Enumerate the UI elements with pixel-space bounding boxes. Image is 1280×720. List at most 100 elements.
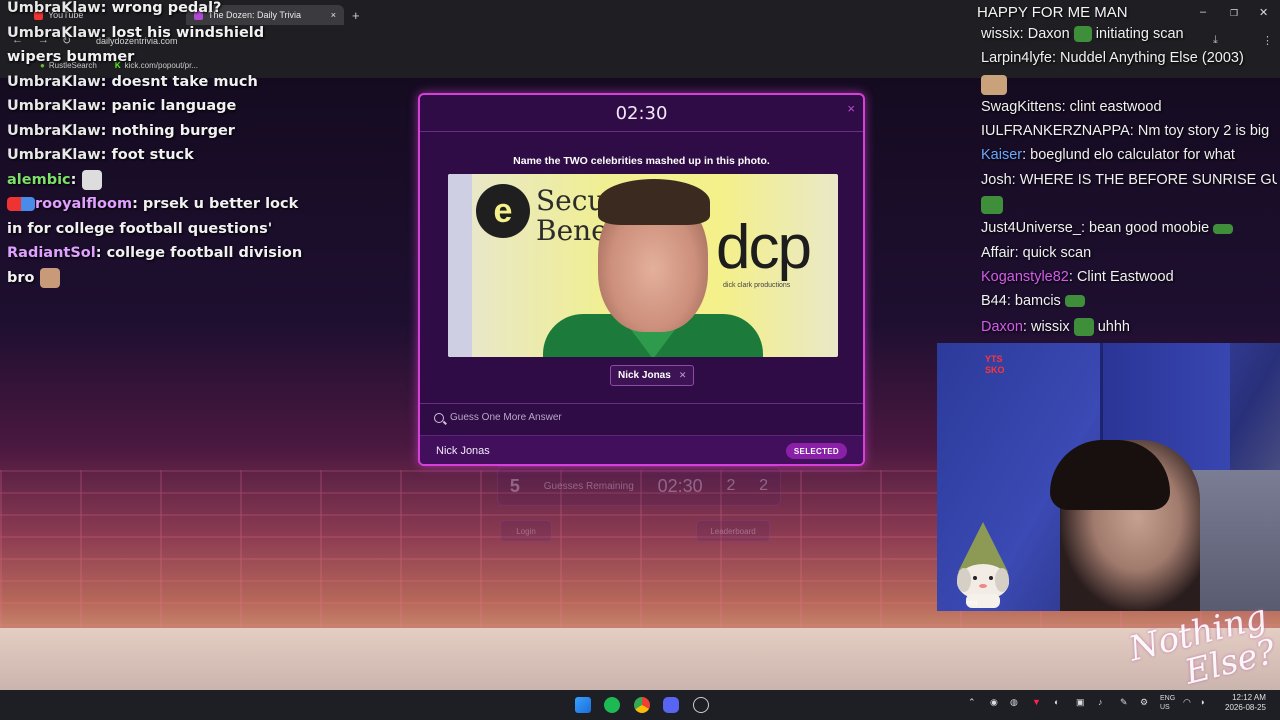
- answer-search: [434, 412, 750, 423]
- chat-user: UmbraKlaw: [7, 73, 101, 90]
- pepe-emote-icon: [1213, 223, 1234, 234]
- chat-message: B44: bamcis: [977, 293, 1277, 317]
- chat-text: bean good moobie: [1089, 220, 1210, 237]
- bg-leaderboard-button[interactable]: Leaderboard: [696, 520, 770, 542]
- chat-user: Kaiser: [981, 147, 1023, 164]
- chat-text: bamcis: [1014, 293, 1061, 310]
- emote-icon: [981, 74, 1007, 95]
- chat-message: Just4Universe_: bean good moobie: [977, 220, 1277, 244]
- volume-icon[interactable]: ◗: [1200, 697, 1205, 707]
- clock-time: 12:12 AM: [1232, 693, 1266, 702]
- pepe-emote-icon: [1064, 295, 1085, 308]
- settings-icon[interactable]: ⚙: [1140, 697, 1148, 708]
- chat-message: IULFRANKERZNAPPA: Nm toy story 2 is big: [981, 123, 1270, 140]
- close-icon[interactable]: ×: [847, 101, 855, 116]
- chat-user: Koganstyle82: [981, 268, 1069, 285]
- brave-icon[interactable]: ▼: [1032, 697, 1041, 707]
- chat-user: UmbraKlaw: [7, 147, 101, 163]
- bg-stat-3: 2: [759, 477, 769, 494]
- new-tab-button[interactable]: +: [344, 5, 368, 25]
- tray-app-icon[interactable]: ◐: [1054, 697, 1059, 707]
- chat-text: clint eastwood: [1069, 98, 1162, 115]
- chat-right: HAPPY FOR ME MAN wissix: Daxon initiatin…: [977, 4, 1277, 342]
- chat-user: UmbraKlaw: [7, 98, 101, 114]
- chat-user: Just4Universe_: [981, 220, 1081, 237]
- trivia-modal: 02:30 × Name the TWO celebrities mashed …: [418, 93, 865, 466]
- webcam-sticker: YTS SKO: [985, 354, 1005, 375]
- chat-message: Koganstyle82: Clint Eastwood: [981, 268, 1174, 285]
- result-name: Nick Jonas: [436, 445, 490, 457]
- celebrity-mashup-photo: e Secur Bene dcp dick clark productions: [448, 174, 838, 357]
- chat-user: Daxon: [981, 318, 1023, 335]
- pen-icon[interactable]: ✎: [1120, 697, 1128, 708]
- chat-message: [977, 196, 1277, 220]
- chat-user: Affair: [981, 244, 1015, 261]
- chat-message: UmbraKlaw: wrong pedal?: [7, 0, 222, 16]
- chat-user: B44: [981, 293, 1007, 310]
- chat-text: wissix: [1030, 318, 1070, 335]
- photo-stripe: [448, 174, 472, 357]
- screen: YouTube The Dozen: Daily Trivia × + ← → …: [0, 0, 1280, 720]
- language-indicator[interactable]: ENG US: [1160, 694, 1175, 712]
- chat-message: Josh: WHERE IS THE BEFORE SUNRISE GUY: [977, 172, 1277, 196]
- search-result-row[interactable]: Nick Jonas SELECTED: [420, 435, 863, 464]
- pepe-emote-icon: [1073, 317, 1094, 336]
- bg-login-button[interactable]: Login: [500, 520, 552, 542]
- bg-stat-2: 2: [726, 477, 736, 494]
- gnome-mascot-icon: [957, 522, 1009, 608]
- chat-message: [977, 74, 1277, 99]
- tray-app-icon[interactable]: ◉: [990, 697, 998, 708]
- windows-start-icon[interactable]: [575, 697, 591, 713]
- chat-user: alembic: [7, 171, 71, 188]
- chat-user: Larpin4lyfe: [981, 50, 1052, 67]
- discord-icon[interactable]: [663, 697, 679, 713]
- gnome-tag: emi: [966, 600, 978, 607]
- chat-text: Nuddel Anything Else (2003): [1060, 50, 1244, 67]
- chat-user: IULFRANKERZNAPPA: [981, 123, 1130, 140]
- wifi-icon[interactable]: ◠: [1183, 697, 1191, 708]
- bg-stat-label: Guesses Remaining: [543, 480, 634, 492]
- chat-message: UmbraKlaw: nothing burger: [7, 122, 235, 139]
- sponsor-logo-icon: e: [476, 184, 530, 238]
- microphone-icon[interactable]: ♪: [1098, 697, 1103, 707]
- chat-message: SwagKittens: clint eastwood: [981, 98, 1162, 115]
- chat-text: initiating scan: [1095, 26, 1184, 42]
- chat-message: UmbraKlaw: doesnt take much: [7, 73, 258, 90]
- obs-icon[interactable]: [693, 697, 709, 713]
- spotify-icon[interactable]: [604, 697, 620, 713]
- chat-user: UmbraKlaw: [7, 0, 101, 16]
- chat-text: WHERE IS THE BEFORE SUNRISE GUY: [1019, 171, 1277, 188]
- chat-text: uhhh: [1097, 318, 1130, 335]
- chat-text: Clint Eastwood: [1076, 268, 1174, 285]
- steam-icon[interactable]: ◍: [1010, 697, 1018, 708]
- chat-message: RadiantSol: college football division br…: [7, 245, 303, 288]
- remove-answer-icon[interactable]: ✕: [679, 370, 687, 381]
- chat-text: nothing burger: [111, 122, 235, 139]
- modal-header: 02:30 ×: [420, 95, 863, 132]
- dcp-logo-subtitle: dick clark productions: [723, 282, 791, 289]
- chat-text: quick scan: [1022, 244, 1092, 261]
- question-prompt: Name the TWO celebrities mashed up in th…: [513, 155, 770, 167]
- backdrop-text-line: Bene: [536, 214, 608, 247]
- tray-chevron-icon[interactable]: ⌃: [968, 697, 976, 708]
- chat-text: panic language: [111, 98, 237, 114]
- bottom-glow-strip: [0, 628, 1280, 690]
- chat-message: UmbraKlaw: lost his windshield wipers bu…: [7, 24, 265, 66]
- close-tab-icon[interactable]: ×: [331, 10, 336, 20]
- dcp-logo: dcp: [716, 213, 812, 282]
- tray-app-icon[interactable]: ▣: [1076, 697, 1085, 708]
- bg-stat-count: 5: [509, 475, 520, 496]
- chat-user: Josh: [981, 171, 1012, 188]
- pepe-emote-icon: [981, 196, 1003, 215]
- chat-user: UmbraKlaw: [7, 122, 101, 139]
- chrome-icon[interactable]: [634, 697, 650, 713]
- system-clock[interactable]: 12:12 AM 2026-08-25: [1225, 693, 1266, 713]
- chat-message: Kaiser: boeglund elo calculator for what: [981, 147, 1235, 164]
- answer-chip[interactable]: Nick Jonas ✕: [610, 365, 695, 386]
- divider: [420, 403, 863, 404]
- bg-timer: 02:30: [657, 475, 703, 496]
- chat-header: HAPPY FOR ME MAN: [977, 4, 1128, 21]
- bg-stats-bar: 5 Guesses Remaining 02:30 2 2: [497, 466, 781, 506]
- answer-search-input[interactable]: [450, 412, 750, 423]
- emote-icon: [39, 267, 60, 288]
